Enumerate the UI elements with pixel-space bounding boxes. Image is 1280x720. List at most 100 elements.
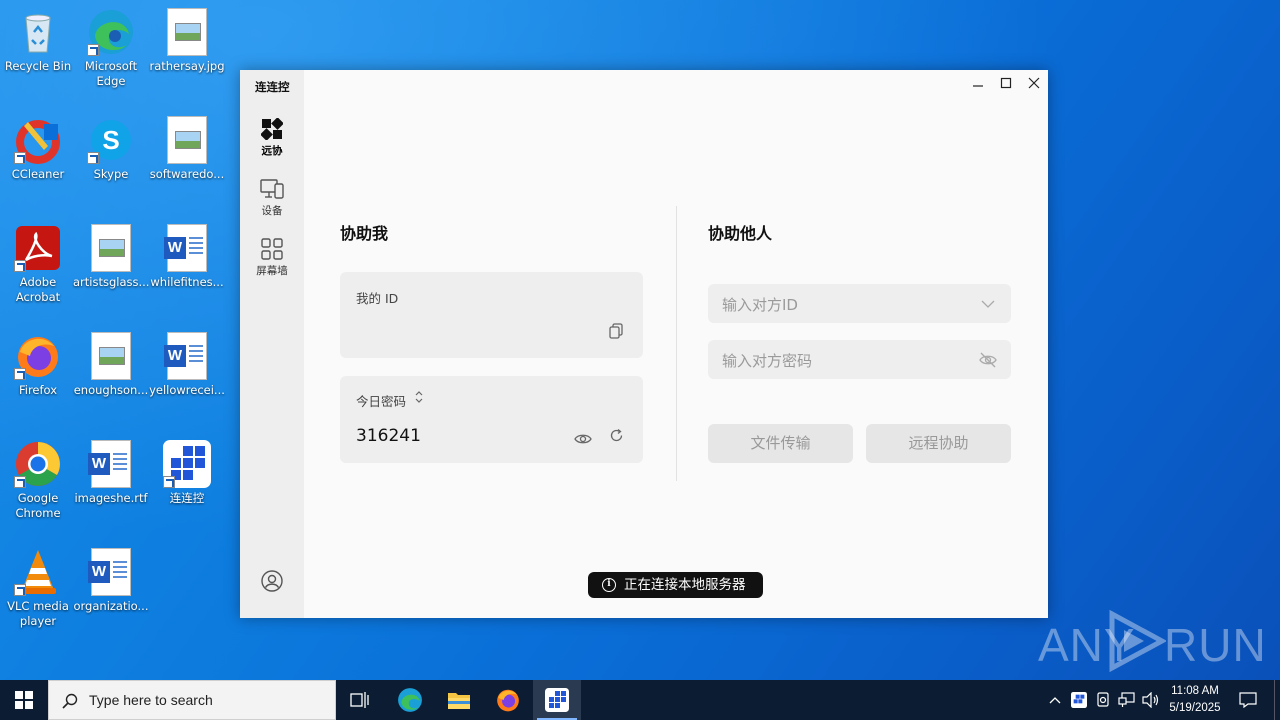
- taskbar: Type here to search 11:08 AM 5/19/2025: [0, 680, 1280, 720]
- remote-assist-icon: [261, 118, 283, 140]
- word-file-icon: W: [88, 548, 131, 596]
- desktop-icon-acrobat[interactable]: Adobe Acrobat: [0, 224, 76, 305]
- lianliankong-icon: [545, 688, 569, 712]
- desktop-icon-organizatio[interactable]: W organizatio...: [73, 548, 149, 614]
- eye-off-icon[interactable]: [978, 352, 998, 368]
- desktop-icon-label: CCleaner: [11, 167, 65, 181]
- network-icon: [1118, 692, 1135, 707]
- close-icon: [1028, 77, 1040, 89]
- copy-id-button[interactable]: [609, 323, 623, 343]
- desktop-icon-skype[interactable]: S Skype: [73, 116, 149, 182]
- nav-item-remote-assist[interactable]: 远协: [240, 118, 304, 158]
- close-button[interactable]: [1020, 76, 1048, 94]
- desktop-icon-chrome[interactable]: Google Chrome: [0, 440, 76, 521]
- tray-volume[interactable]: [1141, 680, 1161, 720]
- desktop-icon-label: enoughson...: [73, 383, 149, 397]
- windows-logo-icon: [15, 691, 33, 709]
- nav-item-devices[interactable]: 设备: [240, 178, 304, 218]
- tray-overflow-button[interactable]: [1046, 680, 1064, 720]
- chevron-up-icon: [1049, 697, 1061, 704]
- desktop-icon-whilefitnes[interactable]: W whilefitnes...: [149, 224, 225, 290]
- image-file-icon: [167, 8, 207, 56]
- desktop-icon-rathersay[interactable]: rathersay.jpg: [149, 8, 225, 74]
- nav-label: 远协: [261, 145, 283, 157]
- recycle-bin-icon: [14, 8, 62, 56]
- minimize-icon: [973, 85, 983, 87]
- nav-item-screen-wall[interactable]: 屏幕墙: [240, 238, 304, 278]
- desktop-icon-recycle-bin[interactable]: Recycle Bin: [0, 8, 76, 74]
- desktop-icon-edge[interactable]: Microsoft Edge: [73, 8, 149, 89]
- desktop-icon-firefox[interactable]: Firefox: [0, 332, 76, 398]
- nav-label: 设备: [261, 205, 283, 217]
- taskbar-firefox[interactable]: [484, 680, 532, 720]
- skype-icon: S: [87, 116, 135, 164]
- chevron-down-icon[interactable]: [981, 300, 995, 308]
- tray-network[interactable]: [1117, 680, 1137, 720]
- nav-label: 屏幕墙: [256, 265, 288, 277]
- remote-assist-button[interactable]: 远程协助: [866, 424, 1011, 463]
- show-password-button[interactable]: [574, 430, 592, 449]
- desktop-icon-imageshe[interactable]: W imageshe.rtf: [73, 440, 149, 506]
- maximize-icon: [1000, 77, 1012, 89]
- file-transfer-button[interactable]: 文件传输: [708, 424, 853, 463]
- vlc-icon: [14, 548, 62, 596]
- toast-text: 正在连接本地服务器: [624, 577, 746, 593]
- taskbar-file-explorer[interactable]: [435, 680, 483, 720]
- desktop-icon-label: softwaredo...: [149, 167, 225, 181]
- password-value: 316241: [356, 426, 421, 446]
- start-button[interactable]: [0, 680, 48, 720]
- svg-text:S: S: [102, 125, 119, 155]
- speaker-icon: [1142, 692, 1159, 708]
- taskbar-search-box[interactable]: Type here to search: [48, 680, 336, 720]
- desktop-icon-softwaredo[interactable]: softwaredo...: [149, 116, 225, 182]
- image-file-icon: [167, 116, 207, 164]
- desktop-icon-label: Microsoft Edge: [84, 59, 138, 88]
- desktop-icon-yellowrecei[interactable]: W yellowrecei...: [149, 332, 225, 398]
- password-card: 今日密码 316241: [340, 376, 643, 463]
- tray-lianliankong[interactable]: [1069, 680, 1089, 720]
- taskbar-edge[interactable]: [386, 680, 434, 720]
- sidebar: 连连控 远协 设备 屏幕墙: [240, 70, 304, 618]
- desktop-icon-label: rathersay.jpg: [149, 59, 225, 73]
- word-file-icon: W: [88, 440, 131, 488]
- screen-wall-icon: [261, 238, 283, 260]
- desktop-icon-label: organizatio...: [73, 599, 149, 613]
- desktop-icon-ccleaner[interactable]: CCleaner: [0, 116, 76, 182]
- my-id-card: 我的 ID: [340, 272, 643, 358]
- minimize-button[interactable]: [964, 76, 992, 94]
- clock-time: 11:08 AM: [1171, 685, 1219, 697]
- task-view-icon: [350, 692, 369, 708]
- taskbar-lianliankong[interactable]: [533, 680, 581, 720]
- desktop-icon-label: Google Chrome: [15, 491, 61, 520]
- desktop-icon-label: Firefox: [18, 383, 58, 397]
- password-type-toggle[interactable]: [415, 389, 423, 408]
- watermark-right: RUN: [1164, 619, 1267, 671]
- peer-id-input[interactable]: 输入对方ID: [708, 284, 1011, 323]
- refresh-password-button[interactable]: [609, 428, 624, 447]
- devices-icon: [260, 179, 284, 199]
- action-center-button[interactable]: [1236, 680, 1260, 720]
- task-view-button[interactable]: [336, 680, 384, 720]
- taskbar-clock[interactable]: 11:08 AM 5/19/2025: [1160, 683, 1230, 717]
- help-me-title: 协助我: [340, 224, 389, 243]
- copy-icon: [609, 323, 623, 339]
- firefox-icon: [14, 332, 62, 380]
- show-desktop-button[interactable]: [1274, 680, 1275, 720]
- my-id-label: 我的 ID: [356, 291, 399, 306]
- image-file-icon: [91, 224, 131, 272]
- desktop-icon-vlc[interactable]: VLC media player: [0, 548, 76, 629]
- desktop-icon-label: artistsglass...: [73, 275, 150, 289]
- folder-icon: [448, 693, 470, 709]
- help-others-title: 协助他人: [708, 224, 773, 243]
- tray-device[interactable]: [1093, 680, 1113, 720]
- anyrun-watermark: ANY RUN: [1038, 608, 1266, 672]
- password-label: 今日密码: [356, 394, 407, 409]
- desktop-icon-label: VLC media player: [7, 599, 69, 628]
- desktop-icon-lianliankong[interactable]: 连连控: [149, 440, 225, 506]
- desktop-icon-enoughson[interactable]: enoughson...: [73, 332, 149, 398]
- account-button[interactable]: [240, 570, 304, 592]
- desktop-icon-label: 连连控: [169, 491, 205, 505]
- maximize-button[interactable]: [992, 76, 1020, 94]
- peer-password-input[interactable]: 输入对方密码: [708, 340, 1011, 379]
- desktop-icon-artistsglass[interactable]: artistsglass...: [73, 224, 149, 290]
